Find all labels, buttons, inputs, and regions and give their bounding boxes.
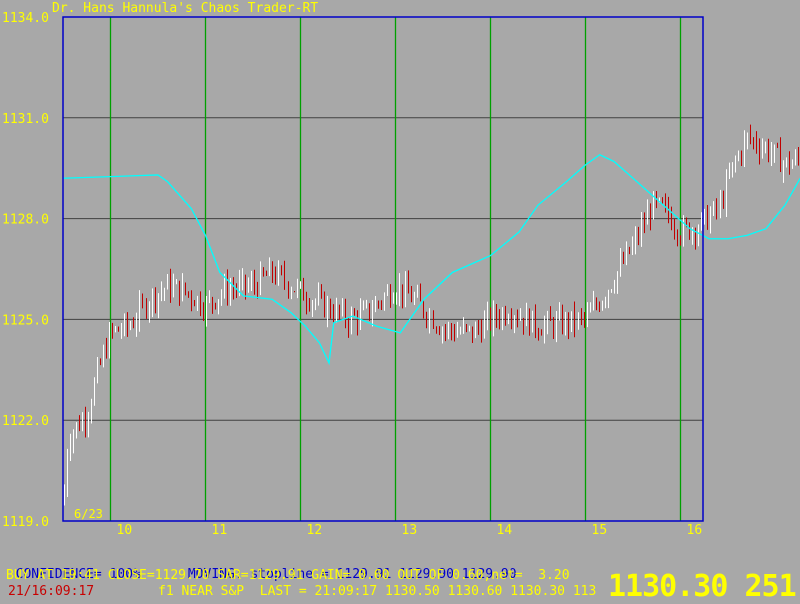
y-tick-label: 1122.0 (2, 414, 49, 429)
date-label: 6/23 (74, 507, 103, 521)
big-last-price: 1130.30 251.5 (608, 569, 800, 604)
chart-frame (62, 16, 704, 522)
quote-line: f1 NEAR S&P LAST = 21:09:17 1130.50 1130… (158, 584, 597, 599)
x-tick-label: 11 (212, 523, 228, 538)
price-chart: 1134.0 1131.0 1128.0 1125.0 1122.0 1119.0 10 11… (2, 1, 800, 538)
x-tick-label: 15 (592, 523, 608, 538)
x-tick-label: 16 (687, 523, 703, 538)
trade-status: BUY AT 19:41 CLOSE=1129.70 SAR=1129.91 G… (6, 568, 570, 583)
x-tick-label: 14 (497, 523, 513, 538)
x-tick-label: 10 (117, 523, 133, 538)
y-tick-label: 1131.0 (2, 112, 49, 127)
y-tick-label: 1119.0 (2, 515, 49, 530)
x-tick-label: 13 (402, 523, 418, 538)
plot-area: 1134.0 1131.0 1128.0 1125.0 1122.0 1119.0 10 11… (2, 11, 800, 538)
app-title: Dr. Hans Hannula's Chaos Trader-RT (52, 1, 318, 16)
x-tick-label: 12 (307, 523, 323, 538)
y-tick-label: 1128.0 (2, 213, 49, 228)
y-tick-label: 1134.0 (2, 11, 49, 26)
y-tick-label: 1125.0 (2, 313, 49, 328)
timestamp: 21/16:09:17 (8, 584, 95, 599)
